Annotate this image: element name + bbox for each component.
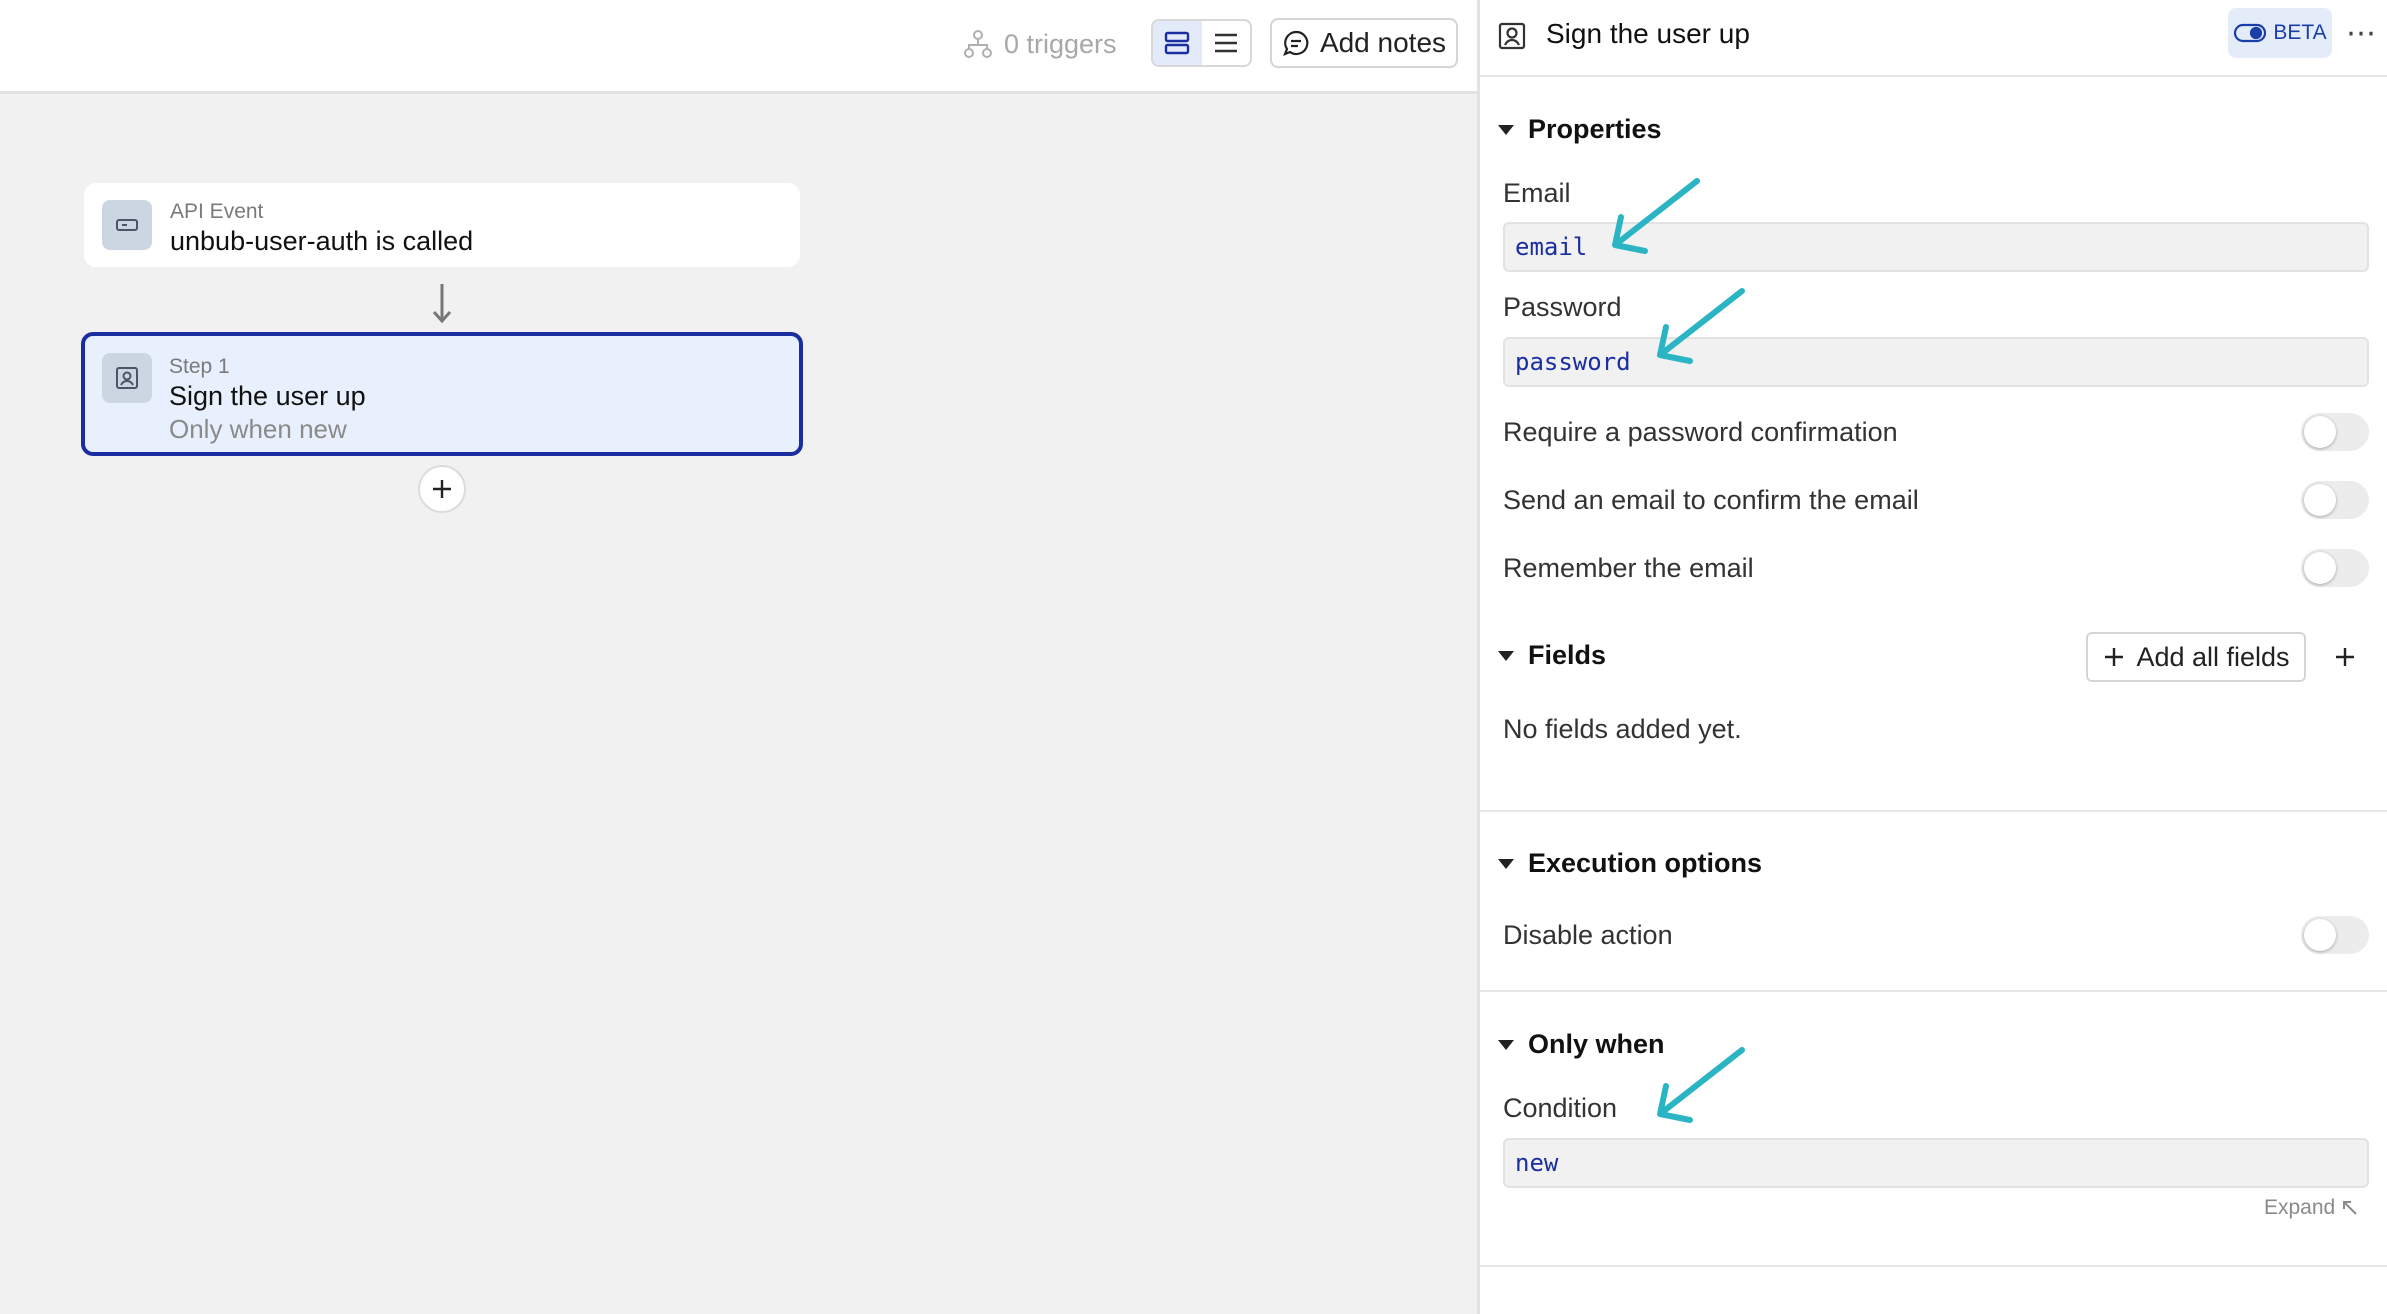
step-node-condition-note: Only when new	[169, 414, 347, 444]
plus-icon	[433, 480, 451, 498]
toggle-label: Require a password confirmation	[1503, 416, 1898, 447]
trigger-node[interactable]: API Event unbub-user-auth is called	[84, 183, 800, 267]
panel-header: Sign the user up BETA ⋯	[1480, 0, 2387, 77]
user-profile-icon	[102, 353, 152, 403]
step-node[interactable]: Step 1 Sign the user up Only when new	[81, 332, 803, 456]
fields-section-header[interactable]: Fields	[1498, 640, 1606, 671]
plus-icon	[2105, 648, 2124, 666]
step-node-text: Step 1 Sign the user up Only when new	[169, 354, 366, 446]
password-label: Password	[1503, 292, 1622, 322]
card-view-button[interactable]	[1153, 21, 1202, 65]
step-node-subtitle: Step 1	[169, 355, 230, 378]
tree-icon	[964, 30, 992, 58]
arrow-down-icon	[432, 284, 452, 324]
add-step-button[interactable]	[418, 465, 466, 513]
properties-title: Properties	[1528, 114, 1662, 144]
step-settings-panel: Sign the user up BETA ⋯ Properties Email…	[1477, 0, 2387, 1314]
trigger-node-subtitle: API Event	[170, 200, 264, 223]
triggers-label: 0 triggers	[1004, 28, 1117, 59]
list-view-button[interactable]	[1202, 21, 1251, 65]
caret-down-icon	[1498, 650, 1514, 661]
section-divider	[1480, 990, 2387, 992]
view-toggle	[1151, 19, 1252, 67]
chat-bubble-icon	[1282, 30, 1309, 56]
caret-down-icon	[1498, 1039, 1514, 1050]
trigger-node-text: API Event unbub-user-auth is called	[170, 199, 473, 257]
list-view-icon	[1214, 33, 1237, 53]
step-node-title: Sign the user up	[169, 381, 366, 411]
password-input[interactable]: password	[1503, 337, 2369, 387]
password-value: password	[1515, 348, 1631, 376]
add-notes-label: Add notes	[1319, 27, 1447, 58]
caret-down-icon	[1498, 858, 1514, 869]
execution-options-section-header[interactable]: Execution options	[1498, 848, 1762, 879]
user-profile-icon	[1498, 22, 1526, 50]
beta-toggle[interactable]: BETA	[2228, 8, 2332, 58]
remember-email-row: Remember the email	[1503, 548, 2369, 588]
panel-title: Sign the user up	[1546, 18, 1750, 49]
require-password-confirmation-row: Require a password confirmation	[1503, 412, 2369, 452]
only-when-title: Only when	[1528, 1029, 1665, 1059]
add-notes-button[interactable]: Add notes	[1270, 18, 1458, 68]
condition-value: new	[1515, 1149, 1559, 1177]
beta-label: BETA	[2273, 21, 2327, 44]
annotation-arrow-icon	[1657, 1047, 1745, 1123]
only-when-section-header[interactable]: Only when	[1498, 1029, 1665, 1060]
add-field-button[interactable]	[2330, 642, 2360, 672]
execution-options-title: Execution options	[1528, 848, 1763, 878]
email-value: email	[1515, 233, 1588, 261]
require-password-confirmation-toggle[interactable]	[2301, 413, 2369, 451]
toggle-icon	[2234, 23, 2267, 43]
disable-action-label: Disable action	[1503, 919, 1673, 950]
send-confirmation-email-toggle[interactable]	[2301, 481, 2369, 519]
trigger-node-title: unbub-user-auth is called	[170, 226, 474, 256]
condition-input[interactable]: new	[1503, 1138, 2369, 1188]
section-divider	[1480, 1265, 2387, 1267]
workflow-canvas: 0 triggers Add notes API Event unbub-use…	[0, 0, 1477, 1314]
add-all-fields-label: Add all fields	[2136, 641, 2290, 672]
toggle-label: Remember the email	[1503, 552, 1754, 583]
send-confirmation-email-row: Send an email to confirm the email	[1503, 480, 2369, 520]
properties-section-header[interactable]: Properties	[1498, 114, 1662, 145]
section-divider	[1480, 810, 2387, 812]
toggle-label: Send an email to confirm the email	[1503, 484, 1919, 515]
more-options-button[interactable]: ⋯	[2346, 16, 2377, 51]
arrow-up-left-icon	[2343, 1201, 2357, 1215]
expand-label: Expand	[2264, 1196, 2336, 1219]
annotation-arrow-icon	[1612, 178, 1700, 254]
canvas-toolbar: 0 triggers Add notes	[0, 0, 1477, 94]
disable-action-row: Disable action	[1503, 915, 2369, 955]
remember-email-toggle[interactable]	[2301, 549, 2369, 587]
plus-icon	[2336, 648, 2354, 666]
triggers-button[interactable]: 0 triggers	[962, 24, 1117, 64]
card-view-icon	[1165, 31, 1190, 55]
annotation-arrow-icon	[1657, 288, 1745, 364]
fields-title: Fields	[1528, 640, 1607, 670]
email-label: Email	[1503, 178, 1571, 208]
no-fields-message: No fields added yet.	[1503, 714, 1742, 744]
disable-action-toggle[interactable]	[2301, 916, 2369, 954]
caret-down-icon	[1498, 124, 1514, 135]
add-all-fields-button[interactable]: Add all fields	[2086, 632, 2306, 682]
api-event-icon	[102, 200, 152, 250]
condition-label: Condition	[1503, 1093, 1618, 1123]
expand-button[interactable]: Expand	[2264, 1196, 2359, 1220]
